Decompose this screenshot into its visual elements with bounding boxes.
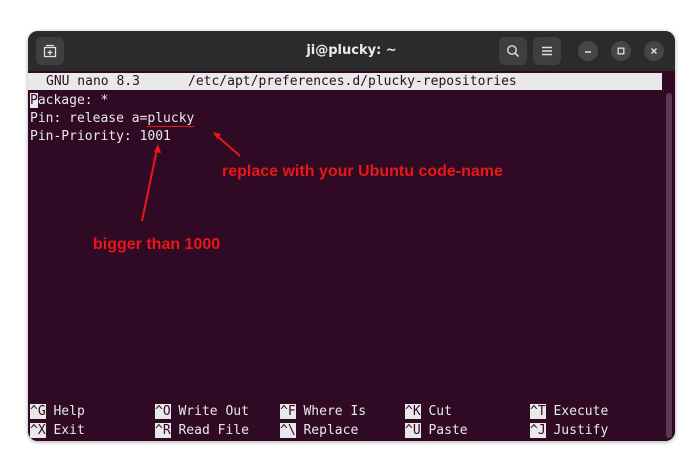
annotation-codename: replace with your Ubuntu code-name <box>222 163 503 180</box>
annotation-priority: bigger than 1000 <box>93 236 221 253</box>
arrow-to-codename <box>213 132 241 157</box>
arrow-to-priority <box>141 144 161 222</box>
annotation-arrows <box>141 132 241 222</box>
